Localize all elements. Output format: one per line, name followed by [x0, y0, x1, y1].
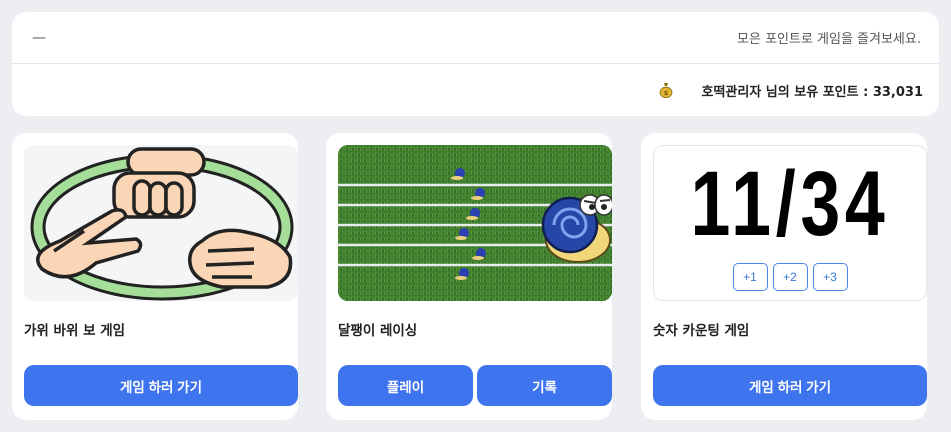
increment-2-button[interactable]: +2	[772, 263, 808, 291]
points-balance: 호떡관리자 님의 보유 포인트 : 33,031	[701, 84, 923, 100]
increment-1-button[interactable]: +1	[732, 263, 768, 291]
svg-text:$: $	[664, 89, 669, 97]
increment-3-button[interactable]: +3	[812, 263, 848, 291]
snail-race-image	[338, 145, 612, 301]
game-card-counting: 11/34 +1 +2 +3 숫자 카운팅 게임 게임 하러 가기	[641, 133, 927, 420]
snail-mascot-icon	[541, 194, 612, 263]
rps-image	[24, 145, 298, 301]
snail-track-icon	[338, 145, 612, 301]
snail-title: 달팽이 레이싱	[338, 323, 418, 339]
counting-play-button[interactable]: 게임 하러 가기	[653, 365, 927, 406]
money-bag-icon: $	[660, 83, 673, 98]
points-bar: $ 호떡관리자 님의 보유 포인트 : 33,031	[12, 64, 939, 116]
notice-text: 모은 포인트로 게임을 즐겨보세요.	[737, 32, 921, 47]
counting-title: 숫자 카운팅 게임	[653, 323, 750, 339]
snail-play-button[interactable]: 플레이	[338, 365, 473, 406]
snail-record-button[interactable]: 기록	[477, 365, 612, 406]
increment-buttons: +1 +2 +3	[654, 263, 926, 291]
game-card-rps: 가위 바위 보 게임 게임 하러 가기	[12, 133, 298, 420]
rps-title: 가위 바위 보 게임	[24, 323, 126, 339]
counter-panel: 11/34 +1 +2 +3	[653, 145, 927, 301]
game-card-snail: 달팽이 레이싱 플레이 기록	[326, 133, 612, 420]
rps-hands-icon	[30, 147, 294, 301]
counter-display: 11/34	[690, 153, 890, 255]
rps-play-button[interactable]: 게임 하러 가기	[24, 365, 298, 406]
menu-toggle[interactable]: —	[32, 30, 46, 46]
header-top-bar: — 모은 포인트로 게임을 즐겨보세요.	[12, 12, 939, 64]
header-panel: — 모은 포인트로 게임을 즐겨보세요. $ 호떡관리자 님의 보유 포인트 :…	[12, 12, 939, 116]
